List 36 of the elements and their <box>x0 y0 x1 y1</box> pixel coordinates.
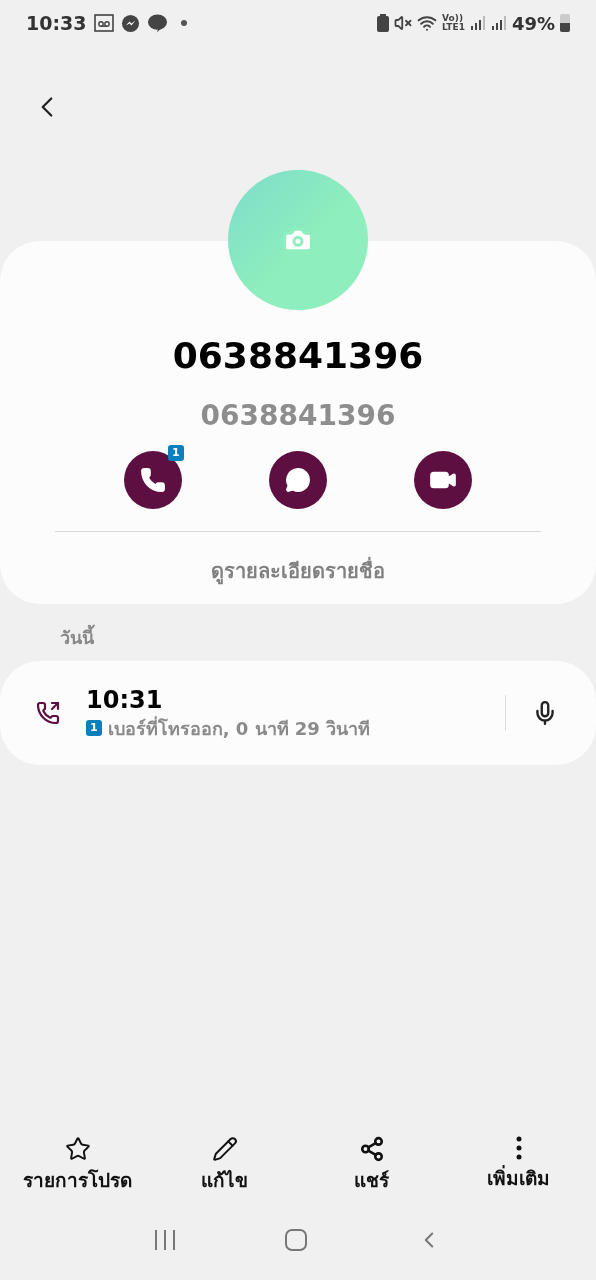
mute-icon <box>394 14 413 32</box>
phone-number: 0638841396 <box>200 398 396 434</box>
call-time: 10:31 <box>86 684 164 715</box>
sim-badge: 1 <box>168 445 184 461</box>
share-icon <box>358 1135 385 1162</box>
battery-saver-icon <box>377 14 390 32</box>
home-icon[interactable] <box>284 1228 308 1252</box>
section-header: วันนี้ <box>60 624 94 651</box>
video-button[interactable] <box>414 451 473 509</box>
recent-apps-icon[interactable] <box>154 1229 176 1251</box>
view-contact-details-link[interactable]: ดูรายละเอียดรายชื่อ <box>211 550 385 592</box>
message-button[interactable] <box>269 451 327 509</box>
wifi-icon <box>417 13 438 33</box>
battery-percent: 49% <box>511 11 555 36</box>
pencil-icon <box>211 1135 238 1162</box>
star-icon <box>64 1135 91 1162</box>
status-time: 10:33 <box>26 10 87 36</box>
edit-button[interactable]: แก้ไข <box>154 1135 295 1194</box>
sim-badge: 1 <box>86 720 102 736</box>
chat-bubble-icon <box>285 467 311 493</box>
battery-icon <box>560 14 570 32</box>
messenger-icon <box>121 13 141 33</box>
voicemail-icon <box>94 14 115 32</box>
share-button[interactable]: แชร์ <box>301 1135 442 1194</box>
call-log-row[interactable]: 10:31 1 เบอร์ที่โทรออก, 0 นาที 29 วินาที <box>0 661 596 765</box>
more-icon <box>515 1135 522 1160</box>
favorite-button[interactable]: รายการโปรด <box>7 1135 148 1194</box>
volte-label: Vo)) LTE1 <box>442 14 465 32</box>
chat-app-icon <box>147 13 169 33</box>
signal-icon <box>469 15 486 31</box>
phone-icon <box>139 467 166 493</box>
call-description: เบอร์ที่โทรออก, 0 นาที 29 วินาที <box>107 715 371 741</box>
outgoing-call-icon <box>36 701 60 725</box>
signal-icon <box>490 15 507 31</box>
contact-name: 0638841396 <box>172 334 424 378</box>
more-button[interactable]: เพิ่มเติม <box>448 1135 589 1194</box>
